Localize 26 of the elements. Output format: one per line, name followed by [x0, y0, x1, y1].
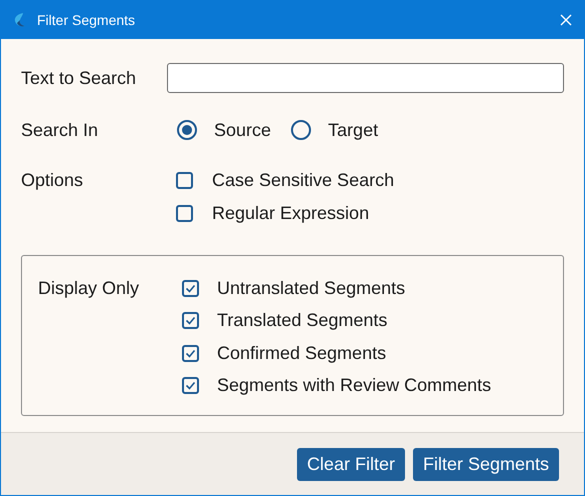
checkbox[interactable] [182, 344, 199, 362]
checkbox-label[interactable]: Regular Expression [212, 200, 370, 226]
search-field[interactable] [166, 63, 564, 93]
close-icon[interactable] [560, 14, 572, 26]
radio-button[interactable] [177, 120, 197, 140]
checkbox[interactable] [182, 280, 199, 296]
window-title: Filter Segments [37, 10, 136, 30]
dialog-button[interactable]: Clear Filter [296, 448, 405, 480]
app-icon [13, 12, 27, 28]
dialog-button[interactable]: Filter Segments [412, 448, 559, 480]
checkbox-label[interactable]: Confirmed Segments [217, 340, 386, 366]
checkbox-label[interactable]: Case Sensitive Search [212, 166, 394, 194]
radio-option[interactable]: Target [291, 116, 378, 144]
group-label: Display Only [38, 277, 140, 300]
checkbox-label[interactable]: Segments with Review Comments [217, 372, 492, 399]
field-label: Options [21, 169, 84, 192]
field-label: Text to Search [21, 66, 138, 90]
radio-option[interactable]: Source [177, 116, 272, 144]
checkbox[interactable] [182, 377, 199, 394]
checkbox[interactable] [182, 312, 199, 329]
field-label: Search In [21, 118, 100, 142]
checkbox[interactable] [176, 204, 193, 222]
radio-button[interactable] [291, 120, 312, 140]
checkbox-label[interactable]: Translated Segments [217, 307, 388, 334]
checkbox-label[interactable]: Untranslated Segments [217, 274, 406, 302]
checkbox[interactable] [176, 172, 193, 188]
